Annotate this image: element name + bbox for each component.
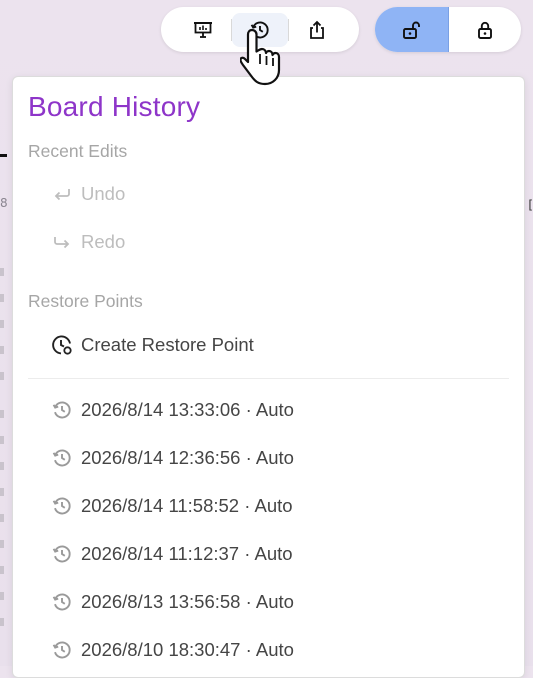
undo-label: Undo — [81, 183, 126, 204]
restore-points-label: Restore Points — [28, 291, 143, 311]
history-icon — [51, 639, 73, 661]
board-history-panel: Board History Recent Edits Undo Redo Res… — [12, 76, 525, 678]
panel-divider — [28, 378, 509, 379]
panel-title: Board History — [28, 91, 201, 122]
restore-point-item[interactable]: 2026/8/14 11:12:37 · Auto — [51, 538, 293, 570]
board-fragment-tick — [0, 618, 4, 626]
restore-point-item[interactable]: 2026/8/13 13:56:58 · Auto — [51, 586, 294, 618]
unlock-icon — [403, 21, 421, 39]
undo-icon — [51, 183, 73, 205]
restore-point-label: 2026/8/14 12:36:56 · Auto — [81, 447, 294, 468]
board-fragment-right: [ — [528, 198, 533, 212]
lock-toolbar — [375, 7, 521, 52]
restore-point-item[interactable]: 2026/8/14 11:58:52 · Auto — [51, 490, 293, 522]
board-fragment-tick — [0, 346, 4, 354]
board-fragment-tick — [0, 372, 4, 380]
board-fragment-tick — [0, 514, 4, 522]
unlock-button[interactable] — [375, 7, 449, 52]
history-icon — [51, 543, 73, 565]
board-fragment-tick — [0, 320, 4, 328]
board-fragment-dash — [0, 154, 7, 157]
lock-button[interactable] — [449, 7, 522, 52]
board-fragment-tick — [0, 436, 4, 444]
share-button[interactable] — [289, 7, 345, 52]
board-fragment-tick — [0, 410, 4, 418]
board-fragment-tick — [0, 294, 4, 302]
share-export-icon — [310, 20, 324, 39]
history-icon — [51, 591, 73, 613]
restore-point-label: 2026/8/14 13:33:06 · Auto — [81, 399, 294, 420]
board-fragment-digit: 8 — [0, 196, 8, 210]
redo-icon — [51, 231, 73, 253]
restore-point-item[interactable]: 2026/8/10 18:30:47 · Auto — [51, 634, 294, 666]
redo-label: Redo — [81, 231, 126, 252]
presentation-icon — [194, 21, 212, 38]
restore-point-item[interactable]: 2026/8/14 12:36:56 · Auto — [51, 442, 294, 474]
recent-edits-label: Recent Edits — [28, 141, 128, 161]
present-button[interactable] — [175, 7, 231, 52]
clock-plus-icon — [51, 334, 73, 356]
board-fragment-tick — [0, 462, 4, 470]
restore-point-label: 2026/8/10 18:30:47 · Auto — [81, 639, 294, 660]
create-restore-point-button[interactable]: Create Restore Point — [51, 329, 254, 361]
lock-icon — [477, 21, 492, 39]
board-fragment-tick — [0, 592, 4, 600]
history-icon — [51, 495, 73, 517]
hand-pointer-cursor-icon — [240, 28, 281, 86]
create-restore-point-label: Create Restore Point — [81, 334, 254, 355]
history-icon — [51, 447, 73, 469]
restore-point-label: 2026/8/14 11:12:37 · Auto — [81, 543, 293, 564]
undo-button[interactable]: Undo — [51, 178, 125, 210]
restore-point-item[interactable]: 2026/8/14 13:33:06 · Auto — [51, 394, 294, 426]
restore-point-label: 2026/8/13 13:56:58 · Auto — [81, 591, 294, 612]
redo-button[interactable]: Redo — [51, 226, 125, 258]
board-fragment-tick — [0, 566, 4, 574]
board-fragment-tick — [0, 488, 4, 496]
history-icon — [51, 399, 73, 421]
restore-point-label: 2026/8/14 11:58:52 · Auto — [81, 495, 293, 516]
board-fragment-tick — [0, 540, 4, 548]
board-fragment-tick — [0, 268, 4, 276]
